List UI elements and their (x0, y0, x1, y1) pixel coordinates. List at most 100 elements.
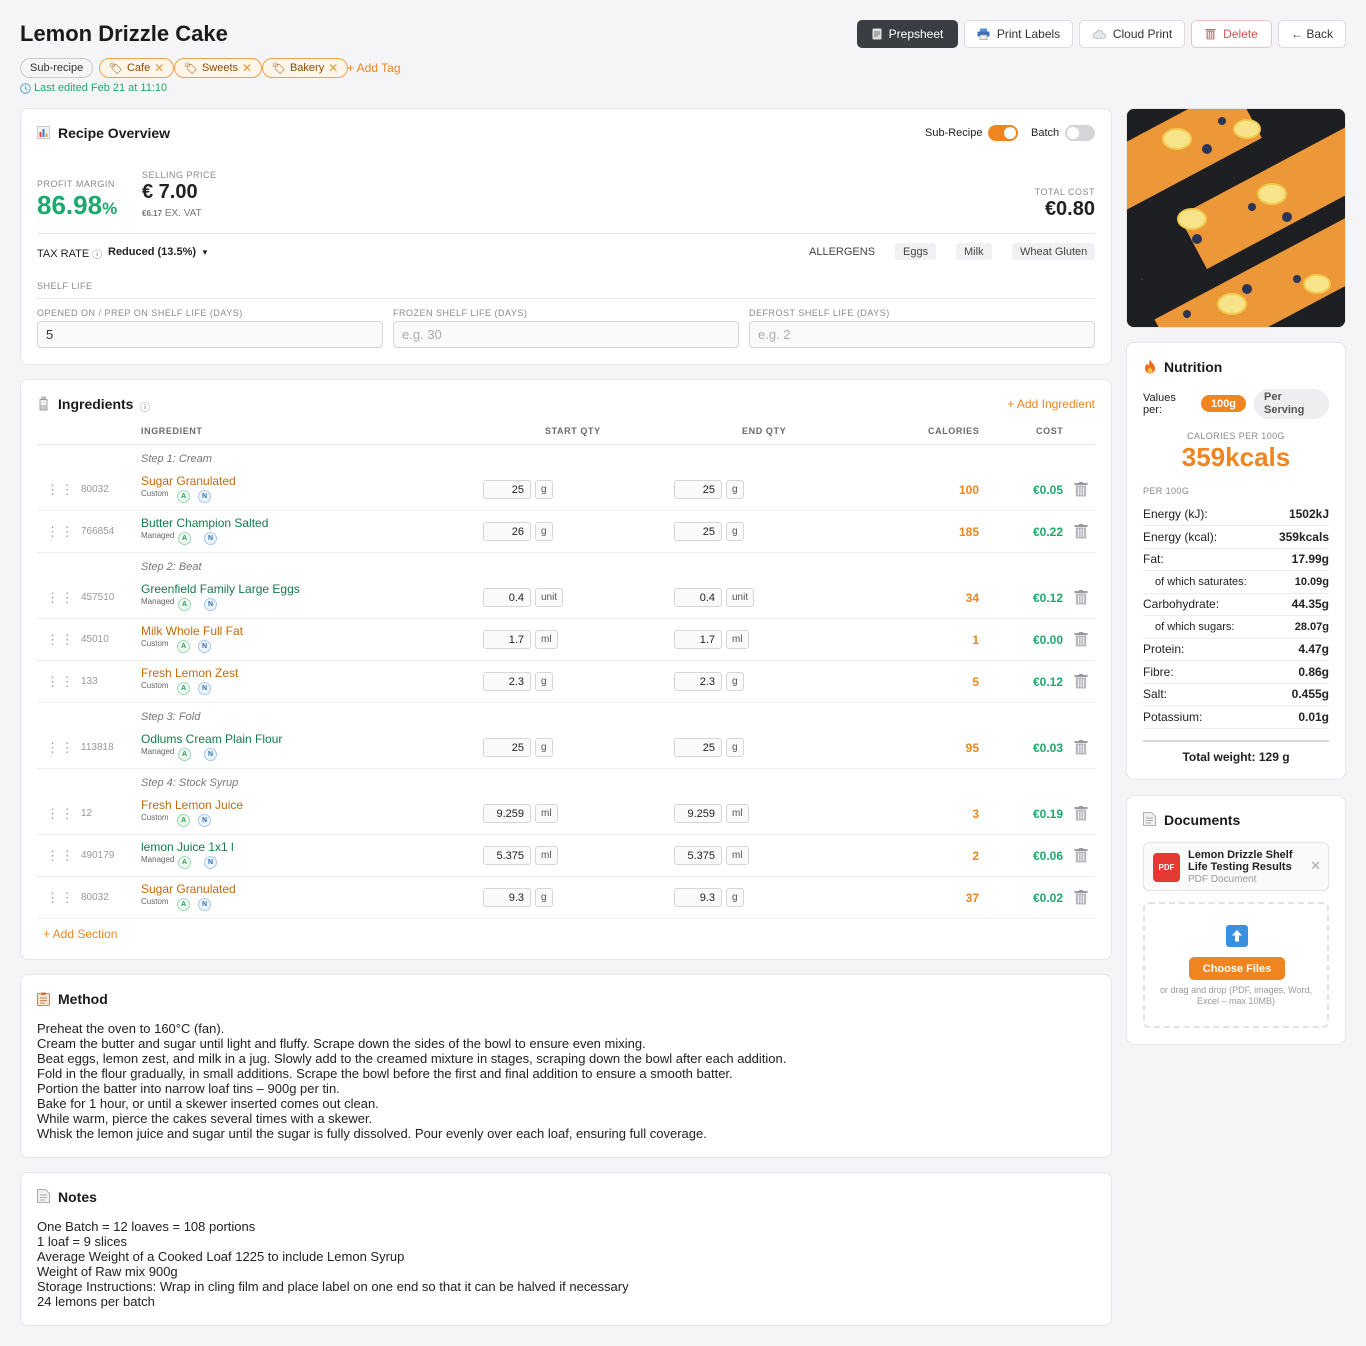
ingredient-name[interactable]: Sugar Granulated (141, 882, 236, 896)
drag-handle-icon[interactable]: ⋮ ⋮ (46, 524, 74, 540)
defrost-shelf-life-input[interactable] (749, 321, 1095, 348)
end-qty-input[interactable]: 1.7 (674, 630, 722, 649)
start-qty-input[interactable]: 25 (483, 738, 531, 757)
allergen-badge-icon[interactable]: A (177, 640, 190, 653)
add-ingredient-link[interactable]: + Add Ingredient (1007, 397, 1095, 411)
start-qty-input[interactable]: 2.3 (483, 672, 531, 691)
tag-bakery[interactable]: 🏷 Bakery ✕ (262, 58, 349, 78)
print-labels-button[interactable]: Print Labels (964, 20, 1073, 48)
remove-tag-icon[interactable]: ✕ (242, 61, 252, 75)
end-qty-input[interactable]: 25 (674, 738, 722, 757)
nutrition-badge-icon[interactable]: N (204, 598, 217, 611)
allergen-badge-icon[interactable]: A (177, 814, 190, 827)
recipe-photo[interactable] (1126, 108, 1346, 328)
end-unit-select[interactable]: g (726, 480, 744, 499)
start-qty-input[interactable]: 0.4 (483, 588, 531, 607)
add-section-link[interactable]: + Add Section (43, 927, 117, 941)
trash-icon[interactable] (1074, 590, 1088, 605)
remove-tag-icon[interactable]: ✕ (154, 61, 164, 75)
nutrition-badge-icon[interactable]: N (198, 898, 211, 911)
start-unit-select[interactable]: g (535, 888, 553, 907)
allergen-badge-icon[interactable]: A (178, 748, 191, 761)
end-unit-select[interactable]: g (726, 672, 744, 691)
drag-handle-icon[interactable]: ⋮ ⋮ (46, 740, 74, 756)
choose-files-button[interactable]: Choose Files (1189, 957, 1285, 980)
start-unit-select[interactable]: ml (535, 630, 558, 649)
back-button[interactable]: ← Back (1278, 20, 1346, 48)
allergen-badge-icon[interactable]: A (178, 598, 191, 611)
end-unit-select[interactable]: g (726, 522, 744, 541)
ingredient-name[interactable]: lemon Juice 1x1 l (141, 840, 234, 854)
drag-handle-icon[interactable]: ⋮ ⋮ (46, 590, 74, 606)
ingredient-name[interactable]: Sugar Granulated (141, 474, 236, 488)
start-qty-input[interactable]: 26 (483, 522, 531, 541)
ingredient-name[interactable]: Greenfield Family Large Eggs (141, 582, 300, 596)
drag-handle-icon[interactable]: ⋮ ⋮ (46, 890, 74, 906)
tax-rate-select[interactable]: Reduced (13.5%) ▼ (108, 246, 209, 258)
file-dropzone[interactable]: Choose Files or drag and drop (PDF, imag… (1143, 902, 1329, 1028)
trash-icon[interactable] (1074, 674, 1088, 689)
nutrition-badge-icon[interactable]: N (198, 640, 211, 653)
subrecipe-toggle[interactable] (988, 125, 1018, 141)
nutrition-badge-icon[interactable]: N (204, 532, 217, 545)
trash-icon[interactable] (1074, 524, 1088, 539)
start-unit-select[interactable]: ml (535, 804, 558, 823)
allergen-badge-icon[interactable]: A (178, 532, 191, 545)
nutrition-badge-icon[interactable]: N (204, 748, 217, 761)
end-unit-select[interactable]: unit (726, 588, 755, 607)
trash-icon[interactable] (1074, 632, 1088, 647)
ingredient-name[interactable]: Milk Whole Full Fat (141, 624, 243, 638)
start-unit-select[interactable]: g (535, 522, 553, 541)
ingredient-name[interactable]: Fresh Lemon Zest (141, 666, 238, 680)
start-qty-input[interactable]: 9.3 (483, 888, 531, 907)
document-item[interactable]: PDF Lemon Drizzle Shelf Life Testing Res… (1143, 842, 1329, 891)
batch-toggle[interactable] (1065, 125, 1095, 141)
tag-sweets[interactable]: 🏷 Sweets ✕ (174, 58, 263, 78)
ingredient-name[interactable]: Butter Champion Salted (141, 516, 268, 530)
trash-icon[interactable] (1074, 848, 1088, 863)
nutrition-badge-icon[interactable]: N (204, 856, 217, 869)
delete-button[interactable]: Delete (1191, 20, 1272, 48)
end-unit-select[interactable]: g (726, 888, 744, 907)
end-qty-input[interactable]: 25 (674, 480, 722, 499)
start-qty-input[interactable]: 1.7 (483, 630, 531, 649)
trash-icon[interactable] (1074, 740, 1088, 755)
per-100g-toggle[interactable]: 100g (1201, 395, 1246, 412)
end-qty-input[interactable]: 0.4 (674, 588, 722, 607)
start-qty-input[interactable]: 25 (483, 480, 531, 499)
end-qty-input[interactable]: 25 (674, 522, 722, 541)
end-qty-input[interactable]: 5.375 (674, 846, 722, 865)
start-qty-input[interactable]: 5.375 (483, 846, 531, 865)
allergen-badge-icon[interactable]: A (177, 490, 190, 503)
per-serving-toggle[interactable]: Per Serving (1254, 389, 1329, 419)
start-qty-input[interactable]: 9.259 (483, 804, 531, 823)
drag-handle-icon[interactable]: ⋮ ⋮ (46, 674, 74, 690)
end-unit-select[interactable]: ml (726, 630, 749, 649)
add-tag-link[interactable]: + Add Tag (347, 61, 401, 75)
end-unit-select[interactable]: ml (726, 804, 749, 823)
trash-icon[interactable] (1074, 890, 1088, 905)
nutrition-badge-icon[interactable]: N (198, 490, 211, 503)
prepsheet-button[interactable]: Prepsheet (857, 20, 958, 48)
end-unit-select[interactable]: g (726, 738, 744, 757)
ingredient-name[interactable]: Fresh Lemon Juice (141, 798, 243, 812)
drag-handle-icon[interactable]: ⋮ ⋮ (46, 482, 74, 498)
start-unit-select[interactable]: g (535, 480, 553, 499)
allergen-badge-icon[interactable]: A (177, 898, 190, 911)
frozen-shelf-life-input[interactable] (393, 321, 739, 348)
nutrition-badge-icon[interactable]: N (198, 814, 211, 827)
trash-icon[interactable] (1074, 806, 1088, 821)
remove-document-icon[interactable]: ✕ (1310, 858, 1321, 874)
end-qty-input[interactable]: 9.259 (674, 804, 722, 823)
allergen-badge-icon[interactable]: A (177, 682, 190, 695)
start-unit-select[interactable]: g (535, 672, 553, 691)
drag-handle-icon[interactable]: ⋮ ⋮ (46, 806, 74, 822)
start-unit-select[interactable]: g (535, 738, 553, 757)
start-unit-select[interactable]: ml (535, 846, 558, 865)
tag-cafe[interactable]: 🏷 Cafe ✕ (99, 58, 175, 78)
opened-shelf-life-input[interactable] (37, 321, 383, 348)
end-qty-input[interactable]: 2.3 (674, 672, 722, 691)
end-unit-select[interactable]: ml (726, 846, 749, 865)
ingredient-name[interactable]: Odlums Cream Plain Flour (141, 732, 282, 746)
end-qty-input[interactable]: 9.3 (674, 888, 722, 907)
